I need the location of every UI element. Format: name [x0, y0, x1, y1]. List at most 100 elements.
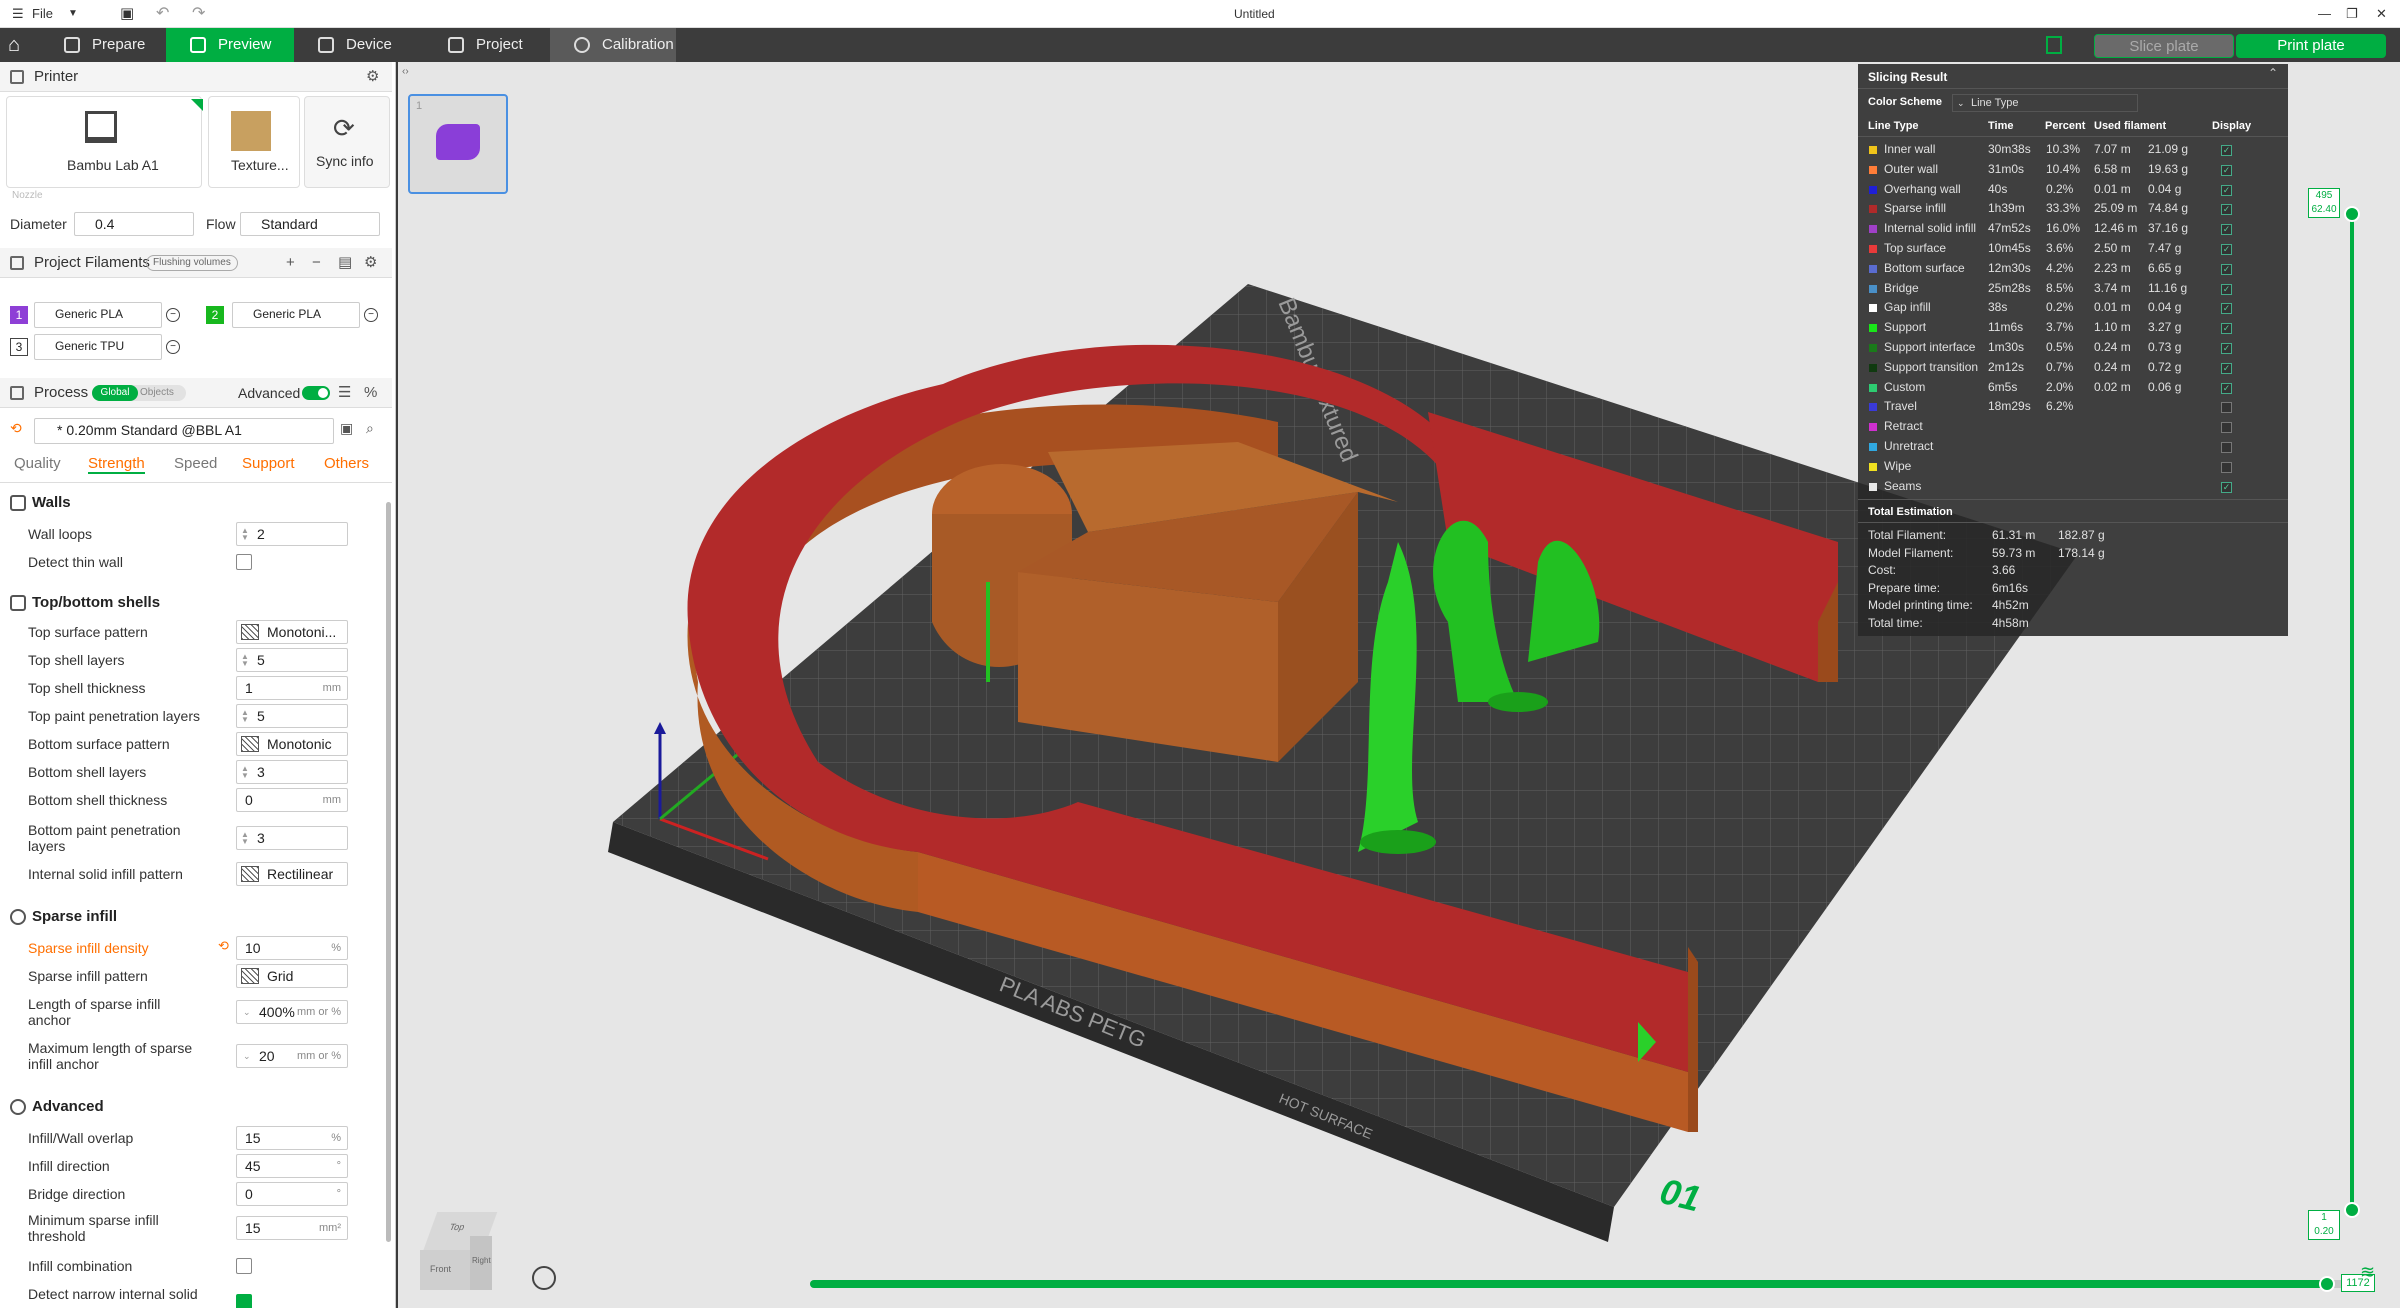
remove-filament-icon[interactable]: − — [166, 308, 180, 322]
chevron-down-icon[interactable]: ▼ — [68, 0, 78, 28]
subtab-speed[interactable]: Speed — [174, 455, 217, 472]
minimize-icon[interactable]: — — [2318, 0, 2331, 28]
tab-device[interactable]: Device — [294, 28, 422, 62]
sparse-infill-pattern-select[interactable]: Grid — [236, 964, 348, 988]
display-checkbox[interactable] — [2221, 422, 2232, 434]
display-checkbox[interactable]: ✓ — [2221, 362, 2232, 374]
display-checkbox[interactable]: ✓ — [2221, 283, 2232, 295]
display-checkbox[interactable]: ✓ — [2221, 343, 2232, 354]
move-slider[interactable]: 1172 — [810, 1270, 2375, 1300]
layer-bottom-knob[interactable] — [2344, 1202, 2360, 1218]
display-checkbox[interactable]: ✓ — [2221, 164, 2232, 176]
global-option[interactable]: Global — [92, 385, 138, 401]
tab-prepare[interactable]: Prepare — [40, 28, 166, 62]
close-icon[interactable]: ✕ — [2376, 0, 2387, 28]
internal-solid-infill-pattern-select[interactable]: Rectilinear — [236, 862, 348, 886]
stepper-icon[interactable]: ▲ ▼ — [241, 527, 249, 542]
redo-icon[interactable]: ↷ — [192, 0, 205, 28]
reset-icon[interactable]: ⟲ — [10, 420, 22, 437]
save-preset-icon[interactable]: ▣ — [340, 420, 353, 437]
file-menu[interactable]: File — [32, 0, 53, 28]
display-checkbox[interactable]: ✓ — [2221, 244, 2232, 255]
display-checkbox[interactable]: ✓ — [2221, 145, 2232, 156]
display-checkbox[interactable] — [2221, 461, 2232, 473]
subtab-support[interactable]: Support — [242, 455, 295, 472]
view-cube[interactable]: Top Front Right — [416, 1212, 500, 1296]
process-preset-select[interactable]: * 0.20mm Standard @BBL A1 — [34, 418, 334, 444]
tab-calibration[interactable]: Calibration — [550, 28, 676, 62]
display-checkbox[interactable] — [2221, 402, 2232, 414]
flushing-volumes-button[interactable]: Flushing volumes — [146, 255, 238, 271]
maximize-icon[interactable]: ❐ — [2346, 0, 2358, 28]
stepper-icon[interactable]: ▲ ▼ — [241, 831, 249, 846]
filament-3-swatch[interactable]: 3 — [10, 338, 28, 356]
remove-filament-icon[interactable]: − — [364, 308, 378, 322]
bottom-shell-thickness-input[interactable]: 0 mm — [236, 788, 348, 812]
display-checkbox[interactable] — [2221, 442, 2232, 453]
stepper-icon[interactable]: ▲ ▼ — [241, 765, 249, 780]
plate-overview-icon[interactable] — [2046, 36, 2062, 54]
sparse-infill-anchor-select[interactable]: ⌄ 400% mm or % — [236, 1000, 348, 1024]
collapse-icon[interactable]: ⌃ — [2268, 66, 2278, 80]
detect-narrow-solid-checkbox[interactable] — [236, 1294, 252, 1308]
display-checkbox[interactable]: ✓ — [2221, 303, 2232, 315]
filament-2-select[interactable]: Generic PLA — [232, 302, 360, 328]
slice-plate-button[interactable]: Slice plate — [2094, 34, 2234, 58]
remove-icon[interactable]: − — [312, 248, 321, 278]
bridge-direction-input[interactable]: 0 ° — [236, 1182, 348, 1206]
fit-view-icon[interactable] — [532, 1266, 556, 1290]
top-surface-pattern-select[interactable]: Monotoni... — [236, 620, 348, 644]
top-shell-thickness-input[interactable]: 1 mm — [236, 676, 348, 700]
gear-icon[interactable]: ⚙ — [364, 248, 377, 278]
max-sparse-infill-anchor-select[interactable]: ⌄ 20 mm or % — [236, 1044, 348, 1068]
filament-1-select[interactable]: Generic PLA — [34, 302, 162, 328]
tab-preview[interactable]: Preview — [166, 28, 294, 62]
min-sparse-infill-threshold-input[interactable]: 15 mm² — [236, 1216, 348, 1240]
reset-icon[interactable]: ⟲ — [218, 938, 229, 954]
printer-card[interactable]: Bambu Lab A1 — [6, 96, 203, 188]
view-cube-right[interactable]: Right — [470, 1236, 492, 1290]
plate-type-card[interactable]: Texture... — [208, 96, 300, 188]
display-checkbox[interactable]: ✓ — [2221, 382, 2232, 394]
collapse-sidebar-icon[interactable]: ‹› — [402, 66, 409, 77]
hamburger-menu-icon[interactable]: ☰ — [12, 0, 24, 28]
bottom-surface-pattern-select[interactable]: Monotonic — [236, 732, 348, 756]
layer-top-knob[interactable] — [2344, 206, 2360, 222]
subtab-others[interactable]: Others — [324, 455, 369, 472]
diameter-select[interactable]: 0.4 — [74, 212, 194, 236]
detect-thin-wall-checkbox[interactable] — [236, 554, 252, 570]
scope-toggle[interactable]: Global Objects — [92, 385, 186, 401]
home-icon[interactable]: ⌂ — [8, 34, 30, 56]
remove-filament-icon[interactable]: − — [166, 340, 180, 354]
print-plate-button[interactable]: Print plate — [2236, 34, 2386, 58]
stepper-icon[interactable]: ▲ ▼ — [241, 653, 249, 668]
filament-1-swatch[interactable]: 1 — [10, 306, 28, 324]
infill-wall-overlap-input[interactable]: 15% — [236, 1126, 348, 1150]
layers-icon[interactable]: ≋ — [2360, 1262, 2380, 1282]
display-checkbox[interactable]: ✓ — [2221, 323, 2232, 335]
display-checkbox[interactable]: ✓ — [2221, 263, 2232, 275]
view-cube-front[interactable]: Front — [420, 1250, 470, 1290]
settings-scrollbar[interactable] — [386, 502, 391, 1242]
list-icon[interactable]: ☰ — [338, 378, 351, 408]
top-shell-layers-input[interactable]: ▲ ▼ 5 — [236, 648, 348, 672]
display-checkbox[interactable]: ✓ — [2221, 204, 2232, 216]
sparse-infill-density-input[interactable]: 10% — [236, 936, 348, 960]
layer-slider[interactable]: 495 62.40 1 0.20 — [2308, 188, 2378, 1248]
objects-option[interactable]: Objects — [140, 385, 174, 401]
plate-1-thumbnail[interactable]: 1 — [408, 94, 508, 194]
percent-icon[interactable]: % — [364, 378, 377, 408]
bottom-shell-layers-input[interactable]: ▲ ▼ 3 — [236, 760, 348, 784]
filament-3-select[interactable]: Generic TPU — [34, 334, 162, 360]
flow-select[interactable]: Standard — [240, 212, 380, 236]
subtab-quality[interactable]: Quality — [14, 455, 61, 472]
display-checkbox[interactable]: ✓ — [2221, 184, 2232, 196]
filament-2-swatch[interactable]: 2 — [206, 306, 224, 324]
sync-info-button[interactable]: ⟳ Sync info — [304, 96, 390, 188]
color-scheme-select[interactable]: ⌄ Line Type — [1952, 94, 2138, 112]
search-icon[interactable]: ⌕ — [366, 420, 374, 437]
sync-filament-icon[interactable]: ▤ — [338, 248, 352, 278]
save-icon[interactable]: ▣ — [120, 0, 134, 28]
undo-icon[interactable]: ↶ — [156, 0, 169, 28]
infill-combination-checkbox[interactable] — [236, 1258, 252, 1274]
